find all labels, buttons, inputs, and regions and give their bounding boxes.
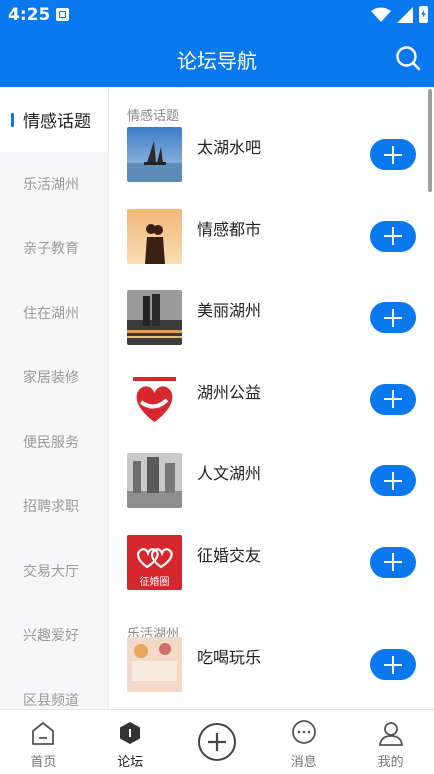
app-header: 论坛导航 [0,30,434,87]
forum-name: 太湖水吧 [197,138,262,157]
nav-post[interactable] [174,710,261,774]
bottom-nav: 首页 论坛 消息 我的 [0,709,434,774]
forum-row[interactable]: 湖州公益 [109,352,434,434]
profile-icon [378,722,403,746]
signal-icon [397,6,413,23]
sidebar-item-label: 家居装修 [23,370,79,387]
follow-button[interactable] [370,465,416,496]
forum-thumbnail [127,637,182,692]
forum-thumbnail [127,453,182,508]
sidebar-item-hobbies[interactable]: 兴趣爱好 [0,603,108,668]
thumb-label: 征婚圈 [139,576,170,588]
sidebar-item-label: 交易大厅 [23,563,79,580]
sidebar-item-label: 乐活湖州 [23,176,79,193]
sidebar-item-label: 招聘求职 [23,499,79,516]
sidebar-item-trading[interactable]: 交易大厅 [0,539,108,604]
sidebar-item-label: 兴趣爱好 [23,628,79,645]
forum-list: 情感话题 太湖水吧 情感都市 美丽湖州 湖州公益 人文湖州 征婚圈 征婚交友 乐… [109,87,434,709]
forum-thumbnail [127,208,182,264]
battery-icon [419,6,428,23]
forum-row[interactable]: 征婚圈 征婚交友 [109,515,434,597]
forum-icon [120,722,141,744]
follow-button[interactable] [370,302,416,333]
notification-icon [56,8,69,21]
forum-name: 美丽湖州 [197,301,262,320]
forum-thumbnail [127,127,182,182]
status-time: 4:25 [8,5,51,25]
sidebar-item-label: 住在湖州 [23,305,79,322]
sidebar-item-label: 亲子教育 [23,241,79,258]
follow-button[interactable] [370,546,416,578]
page-title: 论坛导航 [177,49,257,73]
sidebar-item-label: 情感话题 [23,111,91,132]
forum-row[interactable]: 情感都市 [109,189,434,271]
follow-button[interactable] [370,139,416,170]
sidebar-item-districts[interactable]: 区县频道 [0,668,108,710]
follow-button[interactable] [370,383,416,415]
status-bar: 4:25 [0,0,434,30]
forum-name: 情感都市 [197,219,262,239]
nav-home[interactable]: 首页 [0,710,87,774]
sidebar-item-decoration[interactable]: 家居装修 [0,345,108,410]
forum-name: 人文湖州 [197,464,262,483]
category-sidebar: 情感话题 乐活湖州 亲子教育 住在湖州 家居装修 便民服务 招聘求职 交易大厅 … [0,87,109,709]
forum-name: 湖州公益 [197,382,262,402]
sidebar-item-jobs[interactable]: 招聘求职 [0,474,108,539]
forum-name: 征婚交友 [197,545,262,565]
forum-name: 吃喝玩乐 [197,648,262,667]
add-post-icon [197,723,236,761]
wifi-icon [371,7,391,22]
home-icon [32,722,55,745]
sidebar-item-living[interactable]: 住在湖州 [0,281,108,346]
sidebar-item-leisure[interactable]: 乐活湖州 [0,152,108,217]
nav-messages[interactable]: 消息 [260,710,347,774]
sidebar-item-services[interactable]: 便民服务 [0,410,108,475]
search-icon[interactable] [394,44,422,72]
sidebar-item-label: 便民服务 [23,434,79,451]
forum-row[interactable]: 人文湖州 [109,433,434,515]
scrollbar[interactable] [428,89,432,192]
nav-mine-label: 我的 [377,755,404,770]
follow-button[interactable] [370,220,416,252]
nav-forum-label: 论坛 [117,755,144,770]
forum-thumbnail [127,290,182,345]
forum-thumbnail [127,371,182,427]
nav-home-label: 首页 [30,755,57,770]
sidebar-item-emotion[interactable]: 情感话题 [0,87,108,152]
nav-forum[interactable]: 论坛 [87,710,174,774]
follow-button[interactable] [370,649,416,680]
forum-row[interactable]: 太湖水吧 [109,107,434,189]
nav-mine[interactable]: 我的 [347,710,434,774]
forum-row[interactable]: 吃喝玩乐 [109,617,434,699]
forum-row[interactable]: 美丽湖州 [109,270,434,352]
forum-thumbnail: 征婚圈 [127,534,182,590]
sidebar-item-label: 区县频道 [23,692,79,709]
sidebar-item-parenting[interactable]: 亲子教育 [0,216,108,281]
nav-messages-label: 消息 [290,755,317,770]
message-icon [291,720,316,744]
